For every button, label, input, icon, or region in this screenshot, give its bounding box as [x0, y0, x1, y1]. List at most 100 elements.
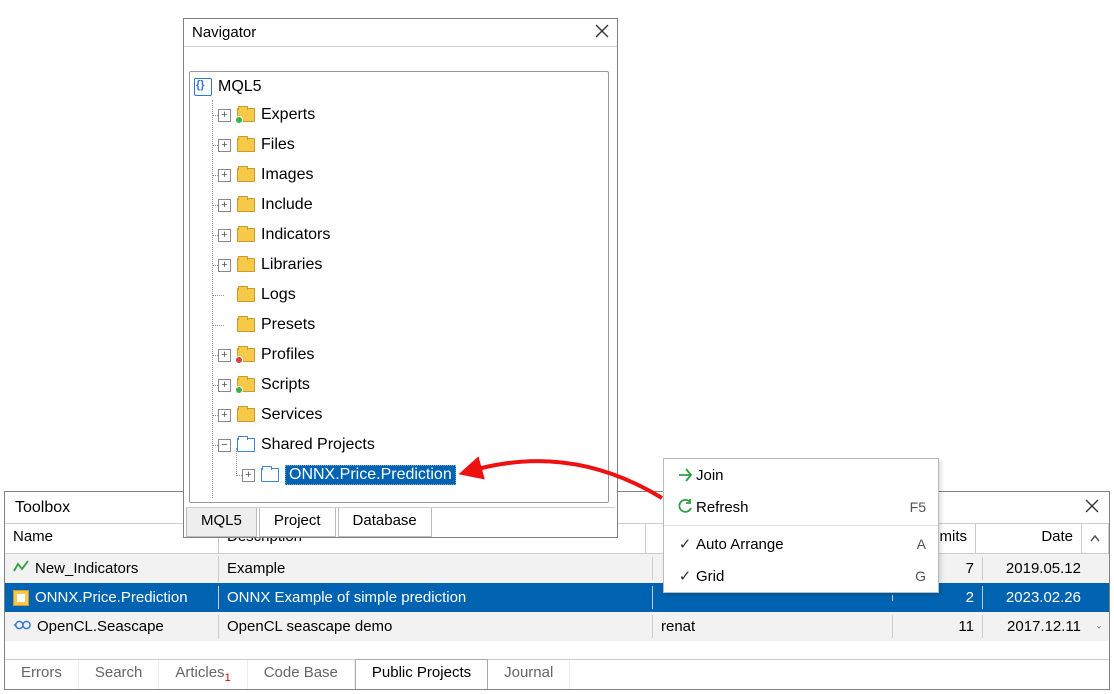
- tab-public-projects[interactable]: Public Projects: [355, 659, 488, 689]
- menu-item-join[interactable]: Join: [664, 459, 938, 491]
- tree-node-label: ONNX.Price.Prediction: [285, 465, 456, 485]
- expand-icon[interactable]: +: [242, 469, 255, 482]
- expand-icon[interactable]: +: [218, 139, 231, 152]
- menu-item-auto-arrange[interactable]: ✓ Auto Arrange A: [664, 528, 938, 560]
- tree-node[interactable]: − Shared Projects: [200, 430, 606, 460]
- row-desc: ONNX Example of simple prediction: [219, 586, 653, 609]
- tree-node[interactable]: + Profiles: [200, 340, 606, 370]
- expand-icon[interactable]: +: [218, 259, 231, 272]
- menu-label: Refresh: [696, 499, 902, 516]
- tree-node[interactable]: + Experts: [200, 100, 606, 130]
- col-date[interactable]: Date: [976, 524, 1082, 553]
- navigator-title: Navigator: [192, 24, 595, 41]
- table-row[interactable]: OpenCL.Seascape OpenCL seascape demo ren…: [5, 612, 1109, 641]
- toolbox-tab-bar: Errors Search Articles1 Code Base Public…: [5, 659, 1109, 689]
- badge: 1: [225, 672, 231, 684]
- collapse-icon[interactable]: −: [218, 439, 231, 452]
- check-icon: ✓: [674, 535, 696, 553]
- tree-root[interactable]: MQL5: [192, 76, 606, 100]
- table-row[interactable]: ONNX.Price.Prediction ONNX Example of si…: [5, 583, 1109, 612]
- expand-icon[interactable]: +: [218, 109, 231, 122]
- tree-node[interactable]: + Scripts: [200, 370, 606, 400]
- status-alert-icon: [235, 356, 243, 364]
- close-icon[interactable]: [595, 24, 609, 41]
- tab-project[interactable]: Project: [259, 508, 336, 537]
- tree-node[interactable]: + Images: [200, 160, 606, 190]
- tree-node[interactable]: + Indicators: [200, 220, 606, 250]
- menu-item-refresh[interactable]: Refresh F5: [664, 491, 938, 523]
- folder-yellow-icon: [237, 168, 255, 182]
- row-date: 2017.12.11: [983, 615, 1089, 638]
- tree-node-onnx[interactable]: + ONNX.Price.Prediction: [224, 460, 606, 490]
- folder-yellow-icon: [237, 348, 255, 362]
- status-ok-icon: [235, 386, 243, 394]
- row-author: [653, 595, 893, 601]
- tree-node[interactable]: Logs: [200, 280, 606, 310]
- tree-node-label: Presets: [261, 316, 606, 334]
- goggles-icon: [13, 618, 31, 636]
- folder-yellow-icon: [237, 138, 255, 152]
- folder-blue-icon: [237, 438, 255, 452]
- tab-journal[interactable]: Journal: [488, 660, 570, 689]
- tab-database[interactable]: Database: [338, 508, 432, 537]
- row-commits: 11: [893, 615, 983, 638]
- tree-node[interactable]: +Files: [200, 130, 606, 160]
- menu-item-grid[interactable]: ✓ Grid G: [664, 560, 938, 592]
- tree-node[interactable]: + Libraries: [200, 250, 606, 280]
- close-icon[interactable]: [1085, 499, 1099, 516]
- tree-node-label: Experts: [261, 106, 606, 124]
- folder-yellow-icon: [237, 378, 255, 392]
- folder-yellow-icon: [237, 198, 255, 212]
- tab-mql5[interactable]: MQL5: [186, 508, 257, 537]
- folder-blue-icon: [261, 468, 279, 482]
- expand-icon[interactable]: +: [218, 379, 231, 392]
- expand-icon[interactable]: +: [218, 229, 231, 242]
- navigator-tab-bar: MQL5 Project Database: [186, 507, 615, 537]
- tree-node-label: Scripts: [261, 376, 606, 394]
- tree-node[interactable]: + Services: [200, 400, 606, 430]
- tree-node-label: Libraries: [261, 256, 606, 274]
- row-name: ONNX.Price.Prediction: [35, 589, 188, 606]
- navigator-tree: MQL5 +Experts+Files+Images+Include+Indic…: [189, 71, 609, 503]
- tree-node-label: Profiles: [261, 346, 606, 364]
- expand-icon[interactable]: +: [218, 409, 231, 422]
- navigator-titlebar: Navigator: [184, 19, 617, 47]
- tree-node-label: Indicators: [261, 226, 606, 244]
- folder-yellow-icon: [237, 108, 255, 122]
- expand-icon[interactable]: +: [218, 349, 231, 362]
- indicator-icon: [13, 559, 29, 579]
- folder-yellow-icon: [237, 228, 255, 242]
- project-icon: [13, 590, 29, 606]
- refresh-icon: [674, 498, 696, 516]
- expand-icon[interactable]: +: [218, 199, 231, 212]
- menu-label: Join: [696, 467, 926, 484]
- tree-node[interactable]: +Include: [200, 190, 606, 220]
- row-desc: Example: [219, 557, 653, 580]
- row-date: 2019.05.12: [983, 557, 1089, 580]
- root-label: MQL5: [218, 78, 262, 96]
- menu-shortcut: G: [915, 568, 926, 584]
- tree-node-label: Images: [261, 166, 606, 184]
- tab-search[interactable]: Search: [79, 660, 160, 689]
- tab-articles[interactable]: Articles1: [159, 660, 247, 689]
- menu-shortcut: A: [917, 536, 926, 552]
- check-icon: ✓: [674, 567, 696, 585]
- scroll-up-icon[interactable]: [1082, 524, 1109, 553]
- folder-yellow-icon: [237, 318, 255, 332]
- tree-node-label: Shared Projects: [261, 436, 606, 454]
- row-name: OpenCL.Seascape: [37, 618, 164, 635]
- row-desc: OpenCL seascape demo: [219, 615, 653, 638]
- mql5-icon: [194, 78, 212, 96]
- expand-icon[interactable]: +: [218, 169, 231, 182]
- tree-node-label: Logs: [261, 286, 606, 304]
- menu-label: Auto Arrange: [696, 536, 909, 553]
- tab-code-base[interactable]: Code Base: [248, 660, 355, 689]
- table-row[interactable]: New_Indicators Example 7 2019.05.12: [5, 554, 1109, 583]
- row-date: 2023.02.26: [983, 586, 1089, 609]
- folder-yellow-icon: [237, 408, 255, 422]
- navigator-panel: Navigator MQL5 +Experts+Files+Images+Inc…: [183, 18, 618, 538]
- scroll-down-icon[interactable]: [1089, 619, 1109, 635]
- tree-node[interactable]: Presets: [200, 310, 606, 340]
- tree-node-label: Services: [261, 406, 606, 424]
- tab-errors[interactable]: Errors: [5, 660, 79, 689]
